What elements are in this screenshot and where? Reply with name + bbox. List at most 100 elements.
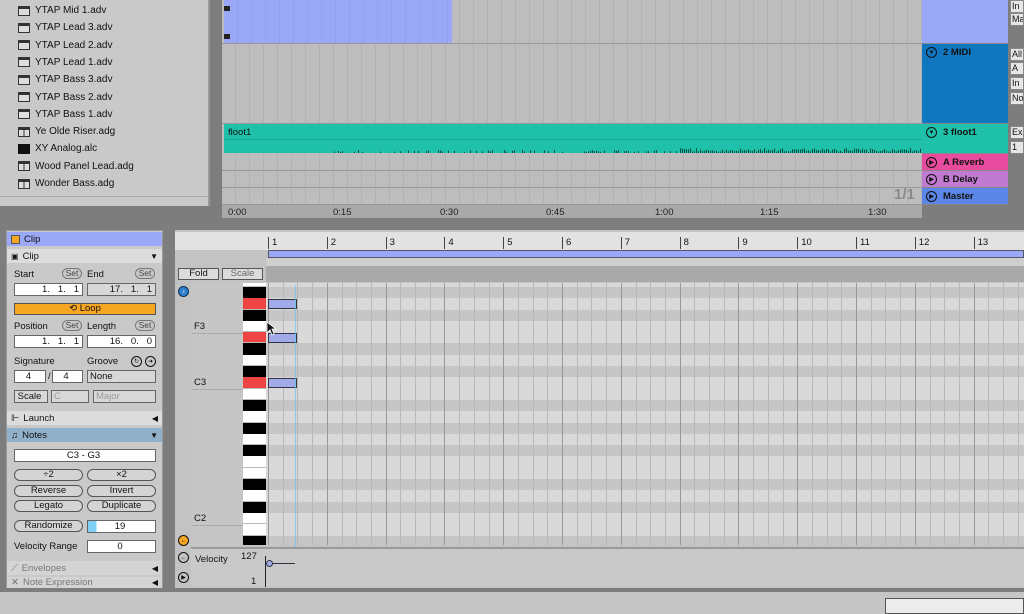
track-header[interactable]: ▶ A Reverb (922, 154, 1008, 171)
white-key[interactable] (243, 389, 266, 400)
note-expression-section-header[interactable]: ✕ Note Expression ◀ (7, 577, 162, 588)
note-row[interactable] (266, 434, 1024, 445)
black-key[interactable] (243, 536, 266, 545)
white-key[interactable] (243, 321, 266, 332)
track-header[interactable]: ▶ B Delay (922, 171, 1008, 188)
envelopes-section-header[interactable]: ⟋ Envelopes ◀ (7, 561, 162, 575)
double-button[interactable]: ×2 (87, 469, 156, 481)
start-marker-strip[interactable] (266, 258, 1024, 266)
bar-ruler[interactable]: 1 2 3 4 5 6 7 8 9 10 11 12 13 (175, 232, 1024, 250)
note-row[interactable] (266, 389, 1024, 400)
length-field[interactable]: 16. 0. 0 (87, 335, 156, 348)
black-key[interactable] (243, 502, 266, 513)
loop-brace[interactable] (268, 250, 1024, 258)
scale-root-select[interactable]: C (51, 390, 89, 403)
note-row[interactable] (266, 456, 1024, 467)
browser-item[interactable]: YTAP Bass 1.adv (18, 106, 112, 123)
note-row[interactable] (266, 468, 1024, 479)
audio-clip-floot1[interactable]: floot1 (224, 124, 922, 153)
note-grid[interactable] (266, 283, 1024, 545)
signature-denominator[interactable]: 4 (52, 370, 83, 383)
track-lane-1[interactable] (222, 0, 922, 44)
note-row[interactable] (266, 321, 1024, 332)
collapse-arrow-icon[interactable]: ▼ (150, 431, 158, 440)
notes-section-header[interactable]: ♫ Notes ▼ (7, 428, 162, 442)
white-key[interactable] (243, 434, 266, 445)
fold-track-icon[interactable]: ▼ (926, 47, 937, 58)
note-row[interactable] (266, 287, 1024, 298)
collapse-arrow-icon[interactable]: ▼ (150, 252, 158, 261)
expression-toggle-icon[interactable]: ▶ (178, 572, 189, 583)
white-key[interactable] (243, 468, 266, 479)
browser-item[interactable]: YTAP Lead 2.adv (18, 37, 112, 54)
browser-item[interactable]: YTAP Bass 3.adv (18, 71, 112, 88)
black-key[interactable] (243, 479, 266, 490)
velocity-range-slider[interactable]: 0 (87, 540, 156, 553)
note-row[interactable] (266, 423, 1024, 434)
note-row[interactable] (266, 513, 1024, 524)
reverse-button[interactable]: Reverse (14, 485, 83, 497)
black-key[interactable] (243, 310, 266, 321)
scale-mode-select[interactable]: Major (93, 390, 156, 403)
browser-item[interactable]: Wood Panel Lead.adg (18, 158, 134, 175)
preview-headphones-icon[interactable]: ♪ (178, 286, 189, 297)
velocity-lane[interactable]: Velocity 127 1 (191, 547, 1024, 587)
browser-item[interactable]: YTAP Mid 1.adv (18, 2, 106, 19)
track-lane-master[interactable] (222, 188, 922, 205)
end-set-button[interactable]: Set (135, 268, 155, 279)
midi-note[interactable] (268, 299, 297, 309)
halve-button[interactable]: ÷2 (14, 469, 83, 481)
position-field[interactable]: 1. 1. 1 (14, 335, 83, 348)
track-lane-delay[interactable] (222, 171, 922, 188)
black-key[interactable] (243, 343, 266, 354)
velocity-handle[interactable] (266, 560, 273, 567)
track-lane-reverb[interactable] (222, 154, 922, 171)
io-chooser[interactable]: All (1010, 48, 1024, 61)
note-row[interactable] (266, 400, 1024, 411)
note-row[interactable] (266, 310, 1024, 321)
browser-item[interactable]: YTAP Lead 1.adv (18, 54, 112, 71)
note-row[interactable] (266, 343, 1024, 354)
white-key[interactable] (243, 456, 266, 467)
note-row[interactable] (266, 502, 1024, 513)
black-key[interactable] (243, 400, 266, 411)
clip-title-bar[interactable]: Clip (7, 232, 162, 246)
track-header[interactable]: ▼ 2 MIDI (922, 44, 1008, 124)
white-key[interactable] (243, 411, 266, 422)
note-row[interactable] (266, 332, 1024, 343)
note-row[interactable] (266, 298, 1024, 309)
fold-lane-icon[interactable]: ← (178, 535, 189, 546)
black-key[interactable] (243, 423, 266, 434)
fold-button[interactable]: Fold (178, 268, 219, 280)
io-chooser[interactable]: No (1010, 92, 1024, 105)
note-row[interactable] (266, 411, 1024, 422)
note-row[interactable] (266, 445, 1024, 456)
note-row[interactable] (266, 536, 1024, 545)
io-chooser[interactable]: In (1010, 0, 1024, 13)
browser-item[interactable]: Ye Olde Riser.adg (18, 123, 115, 140)
white-key[interactable] (243, 298, 266, 309)
clip-section-header[interactable]: ▣ Clip ▼ (7, 249, 162, 263)
track-lane-midi[interactable] (222, 44, 922, 124)
note-range-field[interactable]: C3 - G3 (14, 449, 156, 462)
invert-button[interactable]: Invert (87, 485, 156, 497)
white-key[interactable] (243, 283, 266, 287)
note-row[interactable] (266, 479, 1024, 490)
io-chooser[interactable]: Ma (1010, 13, 1024, 26)
io-chooser[interactable]: 1 (1010, 141, 1024, 154)
length-set-button[interactable]: Set (135, 320, 155, 331)
io-chooser[interactable]: In (1010, 77, 1024, 90)
end-field[interactable]: 17. 1. 1 (87, 283, 156, 296)
note-row[interactable] (266, 283, 1024, 287)
io-chooser[interactable]: A (1010, 62, 1024, 75)
expand-arrow-icon[interactable]: ◀ (152, 564, 158, 573)
position-set-button[interactable]: Set (62, 320, 82, 331)
browser-item[interactable]: XY Analog.alc (18, 140, 97, 157)
randomize-button[interactable]: Randomize (14, 520, 83, 532)
io-chooser[interactable]: Ex (1010, 126, 1024, 139)
browser-item[interactable]: YTAP Lead 3.adv (18, 19, 112, 36)
launch-section-header[interactable]: ⊩ Launch ◀ (7, 411, 162, 425)
time-ruler[interactable]: 0:00 0:15 0:30 0:45 1:00 1:15 1:30 (222, 205, 922, 218)
white-key[interactable] (243, 524, 266, 535)
note-row[interactable] (266, 366, 1024, 377)
